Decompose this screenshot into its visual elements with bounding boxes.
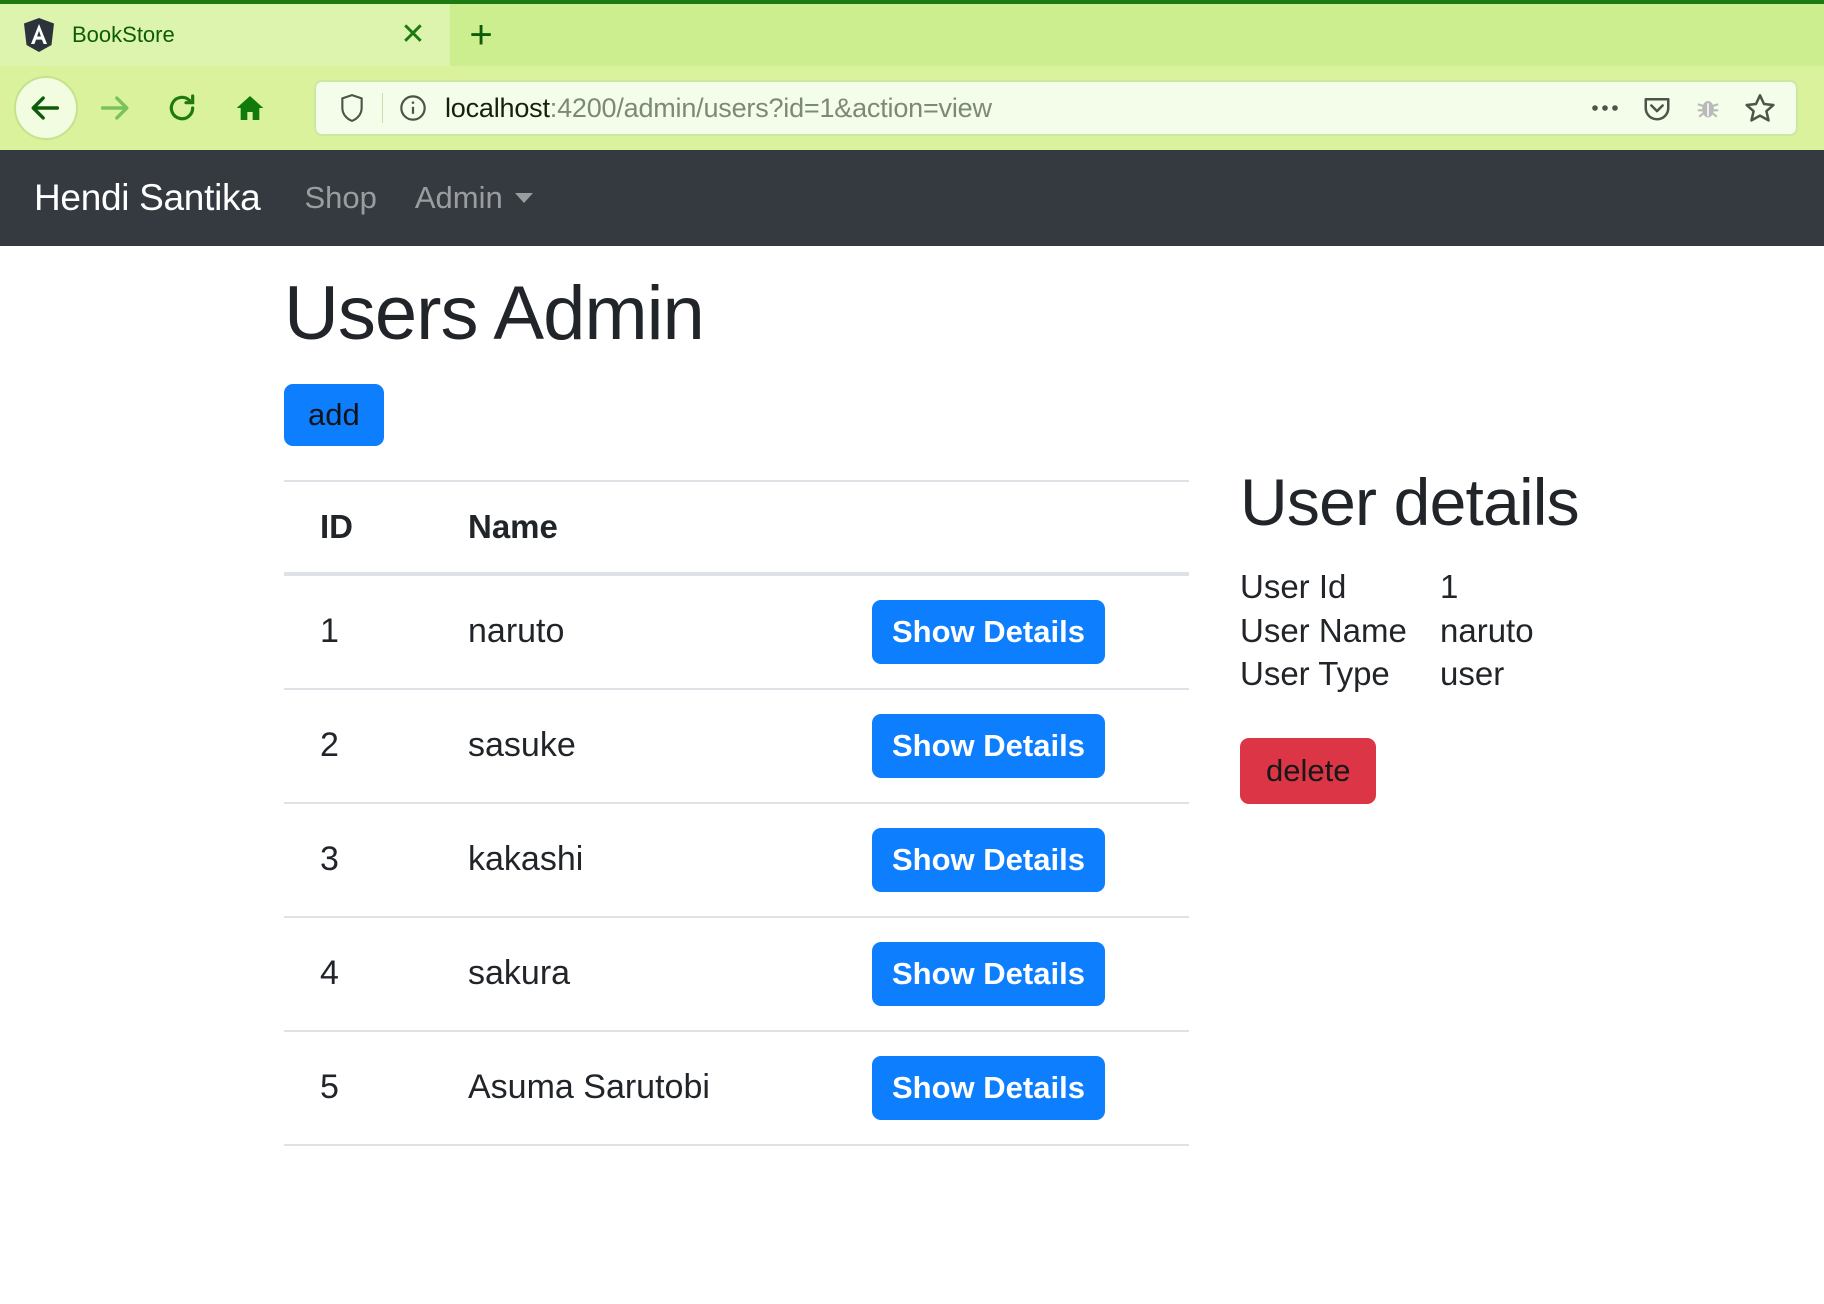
detail-value-user-id: 1 bbox=[1440, 568, 1459, 606]
column-header-name: Name bbox=[432, 479, 872, 576]
cell-name: sasuke bbox=[432, 688, 872, 804]
detail-label-user-id: User Id bbox=[1240, 568, 1347, 606]
cell-id: 4 bbox=[284, 916, 432, 1032]
debug-bug-icon[interactable] bbox=[1694, 94, 1722, 122]
cell-name: kakashi bbox=[432, 802, 872, 918]
url-divider bbox=[382, 93, 383, 123]
detail-row-user-name: User Name naruto bbox=[1240, 609, 1790, 653]
delete-button-wrap: delete bbox=[1240, 737, 1790, 804]
cell-id: 1 bbox=[284, 573, 432, 690]
url-path: :4200/admin/users?id=1&action=view bbox=[549, 92, 992, 123]
show-details-button[interactable]: Show Details bbox=[872, 713, 1105, 778]
pocket-icon[interactable] bbox=[1642, 93, 1672, 123]
back-arrow-icon[interactable] bbox=[14, 76, 78, 140]
cell-action: Show Details bbox=[872, 916, 1189, 1032]
new-tab-button[interactable]: + bbox=[450, 4, 512, 66]
navbar-brand[interactable]: Hendi Santika bbox=[34, 177, 261, 219]
table-header-row: ID Name bbox=[284, 479, 1189, 576]
table-row: 4 sakura Show Details bbox=[284, 916, 1189, 1032]
show-details-button[interactable]: Show Details bbox=[872, 941, 1105, 1006]
table-row: 3 kakashi Show Details bbox=[284, 802, 1189, 918]
bookmark-star-icon[interactable] bbox=[1744, 92, 1776, 124]
users-table: ID Name 1 naruto Show Details 2 sasuke S… bbox=[284, 479, 1189, 1146]
table-row: 2 sasuke Show Details bbox=[284, 688, 1189, 804]
nav-link-admin[interactable]: Admin bbox=[415, 180, 533, 216]
url-bar[interactable]: localhost:4200/admin/users?id=1&action=v… bbox=[314, 80, 1798, 136]
navbar-links: Shop Admin bbox=[304, 180, 533, 216]
table-row: 1 naruto Show Details bbox=[284, 573, 1189, 690]
column-header-id: ID bbox=[284, 479, 432, 576]
cell-action: Show Details bbox=[872, 688, 1189, 804]
add-button[interactable]: add bbox=[284, 383, 384, 446]
browser-chrome: BookStore ✕ + localhost:4200/admin/users… bbox=[0, 0, 1824, 150]
table-row: 5 Asuma Sarutobi Show Details bbox=[284, 1030, 1189, 1146]
user-details-title: User details bbox=[1240, 465, 1580, 539]
cell-id: 2 bbox=[284, 688, 432, 804]
url-bar-actions bbox=[1590, 92, 1782, 124]
cell-action: Show Details bbox=[872, 1030, 1189, 1146]
url-host: localhost bbox=[445, 92, 550, 123]
close-icon[interactable]: ✕ bbox=[394, 16, 432, 54]
home-icon[interactable] bbox=[218, 76, 282, 140]
tracking-protection-shield-icon[interactable] bbox=[332, 93, 372, 123]
show-details-button[interactable]: Show Details bbox=[872, 1055, 1105, 1120]
browser-tab[interactable]: BookStore ✕ bbox=[0, 4, 450, 66]
detail-label-user-type: User Type bbox=[1240, 655, 1390, 693]
detail-row-user-id: User Id 1 bbox=[1240, 565, 1790, 609]
cell-name: Asuma Sarutobi bbox=[432, 1030, 872, 1146]
column-header-action bbox=[872, 479, 1189, 576]
page-content: Users Admin add ID Name 1 naruto Show De… bbox=[0, 246, 1824, 1146]
users-table-head: ID Name bbox=[284, 479, 1189, 576]
show-details-button[interactable]: Show Details bbox=[872, 827, 1105, 892]
cell-name: sakura bbox=[432, 916, 872, 1032]
angular-logo-icon bbox=[22, 17, 56, 53]
page-title: Users Admin bbox=[284, 271, 705, 356]
cell-action: Show Details bbox=[872, 573, 1189, 690]
chevron-down-icon bbox=[514, 193, 533, 203]
users-list-column: Users Admin add ID Name 1 naruto Show De… bbox=[0, 246, 1190, 1146]
cell-id: 3 bbox=[284, 802, 432, 918]
user-details-panel: User details User Id 1 User Name naruto … bbox=[1190, 246, 1790, 1146]
detail-value-user-type: user bbox=[1440, 655, 1505, 693]
users-table-body: 1 naruto Show Details 2 sasuke Show Deta… bbox=[284, 573, 1189, 1146]
cell-name: naruto bbox=[432, 573, 872, 690]
url-text[interactable]: localhost:4200/admin/users?id=1&action=v… bbox=[433, 93, 1590, 124]
tab-title: BookStore bbox=[72, 22, 175, 47]
detail-row-user-type: User Type user bbox=[1240, 652, 1790, 696]
nav-link-shop[interactable]: Shop bbox=[304, 180, 376, 216]
detail-label-user-name: User Name bbox=[1240, 611, 1407, 649]
detail-value-user-name: naruto bbox=[1440, 611, 1534, 649]
page-actions-ellipsis-icon[interactable] bbox=[1590, 102, 1620, 114]
browser-toolbar: localhost:4200/admin/users?id=1&action=v… bbox=[0, 66, 1824, 150]
cell-action: Show Details bbox=[872, 802, 1189, 918]
site-info-icon[interactable] bbox=[393, 94, 433, 122]
app-navbar: Hendi Santika Shop Admin bbox=[0, 150, 1824, 246]
show-details-button[interactable]: Show Details bbox=[872, 599, 1105, 664]
delete-button[interactable]: delete bbox=[1240, 737, 1377, 804]
reload-icon[interactable] bbox=[150, 76, 214, 140]
forward-arrow-icon bbox=[82, 76, 146, 140]
cell-id: 5 bbox=[284, 1030, 432, 1146]
nav-link-admin-label: Admin bbox=[414, 180, 503, 215]
tab-strip: BookStore ✕ + bbox=[0, 0, 1824, 66]
